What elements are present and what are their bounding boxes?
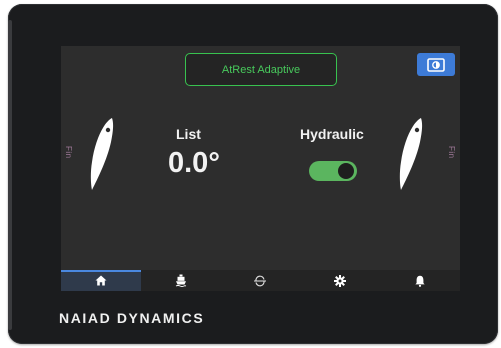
list-value: 0.0° xyxy=(168,147,220,179)
brightness-icon xyxy=(427,57,445,72)
brand-logo: NAIAD DYNAMICS xyxy=(59,310,205,326)
nav-alerts[interactable] xyxy=(380,270,460,291)
fin-right-label: Fin xyxy=(447,146,456,159)
nav-home[interactable] xyxy=(61,270,141,291)
right-fin-indicator[interactable] xyxy=(397,116,425,192)
nav-settings[interactable] xyxy=(300,270,380,291)
ship-icon xyxy=(175,274,186,287)
list-label: List xyxy=(176,126,201,142)
toggle-knob xyxy=(338,163,354,179)
hydraulic-label: Hydraulic xyxy=(300,126,364,142)
stabilizer-mode-button[interactable]: AtRest Adaptive xyxy=(185,53,337,86)
gear-icon xyxy=(334,274,347,287)
hydraulic-toggle[interactable] xyxy=(309,161,357,181)
bezel-edge xyxy=(8,20,12,330)
bottom-nav xyxy=(61,270,460,291)
sync-icon xyxy=(254,275,267,286)
nav-vessel[interactable] xyxy=(141,270,221,291)
home-icon xyxy=(95,275,107,286)
left-fin-indicator[interactable] xyxy=(88,116,116,192)
display-screen: AtRest Adaptive Fin Fin List 0.0° Hydrau… xyxy=(61,46,460,291)
nav-sync[interactable] xyxy=(221,270,301,291)
fin-left-label: Fin xyxy=(64,146,73,159)
bell-icon xyxy=(415,275,425,287)
brightness-button[interactable] xyxy=(417,53,455,76)
mode-label: AtRest Adaptive xyxy=(221,63,301,76)
